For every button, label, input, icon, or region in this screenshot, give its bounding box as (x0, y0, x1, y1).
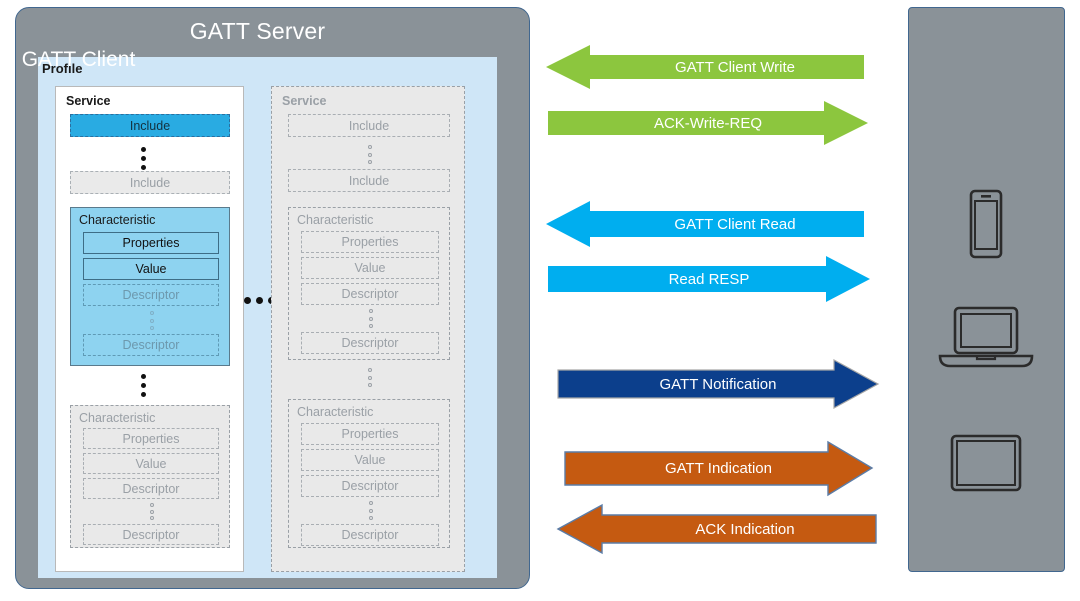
vertical-ellipsis-includes-2 (367, 145, 372, 164)
message-arrow-gatt-client-write[interactable]: GATT Client Write (546, 45, 864, 89)
service-title-1: Service (66, 94, 111, 108)
characteristic-box-1-1[interactable]: Characteristic Properties Value Descript… (70, 207, 230, 366)
gatt-client-title: GATT Client (21, 48, 136, 71)
characteristic-label-1-1: Characteristic (79, 213, 156, 227)
service-box-2[interactable]: Service Include Include Characteristic P… (271, 86, 465, 572)
characteristic-box-2-2[interactable]: Characteristic Properties Value Descript… (288, 399, 450, 548)
descriptor-box-2-2-2[interactable]: Descriptor (301, 524, 439, 546)
vertical-ellipsis-descriptors-2-2 (368, 501, 373, 520)
characteristic-box-1-2[interactable]: Characteristic Properties Value Descript… (70, 405, 230, 548)
value-box-1-2[interactable]: Value (83, 453, 219, 474)
message-arrow-read-resp[interactable]: Read RESP (548, 256, 870, 302)
descriptor-box-1-2-2[interactable]: Descriptor (83, 524, 219, 545)
diagram-canvas: GATT Server Profile Service Include Incl… (0, 0, 1080, 601)
properties-box-1-1[interactable]: Properties (83, 232, 219, 254)
include-box-1-1[interactable]: Include (70, 114, 230, 137)
descriptor-box-2-1-2[interactable]: Descriptor (301, 332, 439, 354)
vertical-ellipsis-descriptors-1-2 (149, 503, 154, 520)
vertical-ellipsis-descriptors-2-1 (368, 309, 373, 328)
value-box-2-1[interactable]: Value (301, 257, 439, 279)
vertical-ellipsis-characteristics-2 (367, 368, 372, 387)
descriptor-box-1-2-1[interactable]: Descriptor (83, 478, 219, 499)
properties-box-2-1[interactable]: Properties (301, 231, 439, 253)
characteristic-label-1-2: Characteristic (79, 411, 156, 425)
characteristic-box-2-1[interactable]: Characteristic Properties Value Descript… (288, 207, 450, 360)
vertical-ellipsis-includes-1 (140, 147, 146, 170)
value-box-2-2[interactable]: Value (301, 449, 439, 471)
message-arrow-gatt-notification[interactable]: GATT Notification (557, 358, 880, 410)
descriptor-box-2-2-1[interactable]: Descriptor (301, 475, 439, 497)
vertical-ellipsis-characteristics-1 (140, 374, 146, 397)
include-box-2-2[interactable]: Include (288, 169, 450, 192)
phone-icon (963, 189, 1009, 264)
include-box-2-1[interactable]: Include (288, 114, 450, 137)
characteristic-label-2-1: Characteristic (297, 213, 374, 227)
descriptor-box-2-1-1[interactable]: Descriptor (301, 283, 439, 305)
include-box-1-2[interactable]: Include (70, 171, 230, 194)
message-arrow-gatt-indication[interactable]: GATT Indication (564, 440, 874, 497)
properties-box-2-2[interactable]: Properties (301, 423, 439, 445)
descriptor-box-1-1-1[interactable]: Descriptor (83, 284, 219, 306)
laptop-icon (937, 305, 1035, 376)
service-title-2: Service (282, 94, 327, 108)
message-arrow-ack-write-req[interactable]: ACK-Write-REQ (548, 101, 868, 145)
properties-box-1-2[interactable]: Properties (83, 428, 219, 449)
descriptor-box-1-1-2[interactable]: Descriptor (83, 334, 219, 356)
vertical-ellipsis-descriptors-1-1 (149, 311, 154, 330)
message-arrow-ack-indication[interactable]: ACK Indication (556, 503, 877, 555)
characteristic-label-2-2: Characteristic (297, 405, 374, 419)
tablet-icon (949, 433, 1023, 498)
gatt-server-title: GATT Server (189, 18, 326, 44)
service-box-1[interactable]: Service Include Include Characteristic P… (55, 86, 244, 572)
value-box-1-1[interactable]: Value (83, 258, 219, 280)
message-arrow-gatt-client-read[interactable]: GATT Client Read (546, 201, 864, 247)
